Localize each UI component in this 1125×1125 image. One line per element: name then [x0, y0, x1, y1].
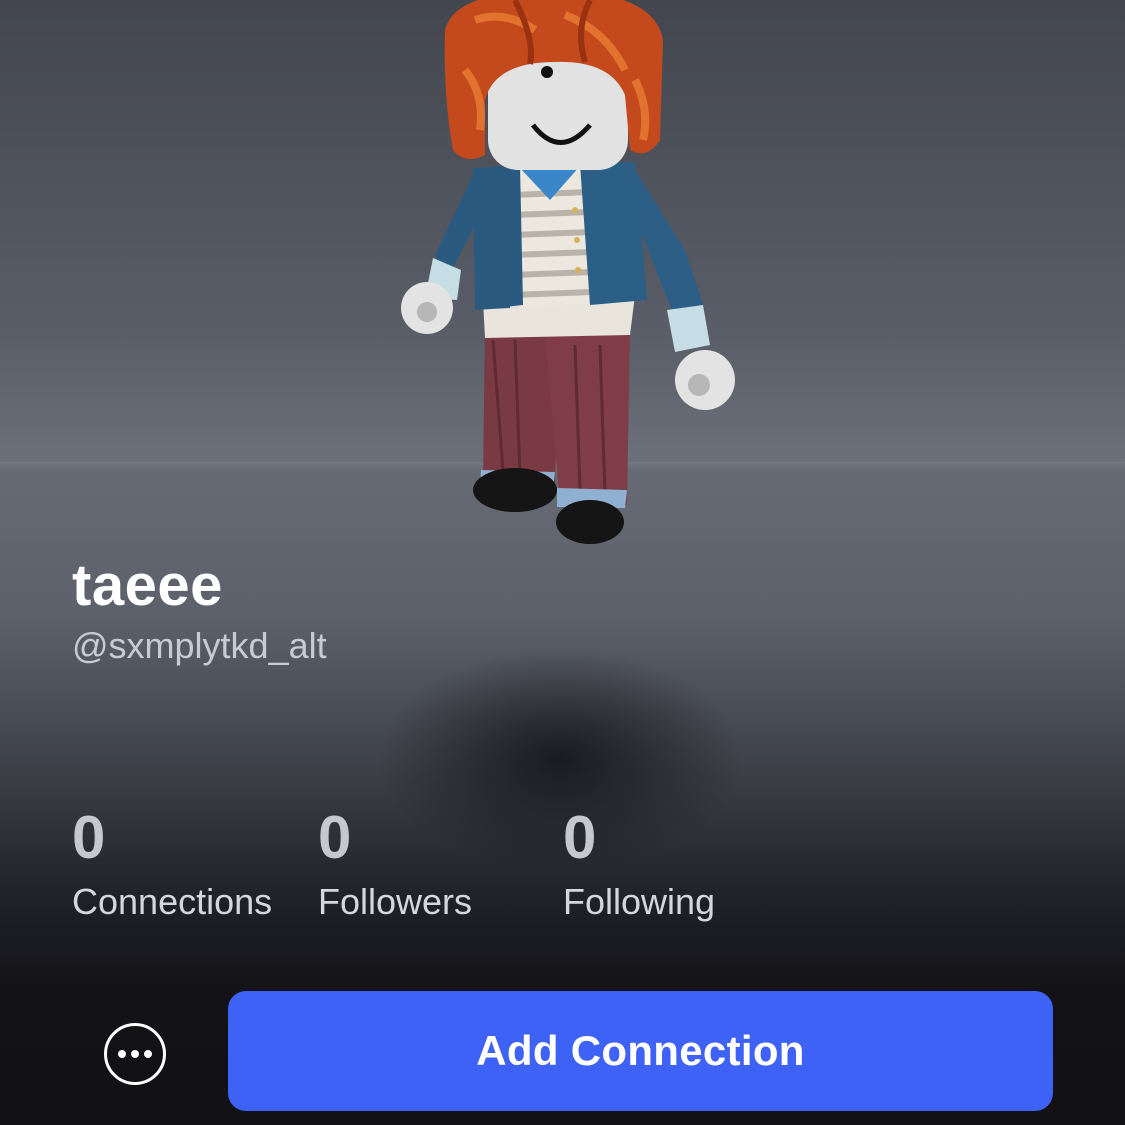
stat-count: 0	[318, 804, 352, 871]
avatar-3d-render	[401, 0, 735, 544]
stat-count: 0	[563, 804, 597, 871]
stat-connections[interactable]: 0 Connections	[72, 805, 272, 927]
stat-label: Connections	[72, 881, 273, 922]
stat-following[interactable]: 0 Following	[563, 805, 715, 927]
ellipsis-dot	[144, 1050, 152, 1058]
stat-followers[interactable]: 0 Followers	[318, 805, 472, 927]
stat-label: Followers	[318, 881, 473, 922]
stat-label: Following	[563, 881, 716, 922]
add-connection-button[interactable]: Add Connection	[228, 991, 1053, 1111]
ellipsis-dot	[131, 1050, 139, 1058]
display-name: taeee	[72, 553, 223, 618]
username: @sxmplytkd_alt	[72, 625, 327, 666]
stat-count: 0	[72, 804, 106, 871]
ellipsis-circle-icon	[118, 1050, 126, 1058]
more-options-button[interactable]	[104, 1023, 166, 1085]
